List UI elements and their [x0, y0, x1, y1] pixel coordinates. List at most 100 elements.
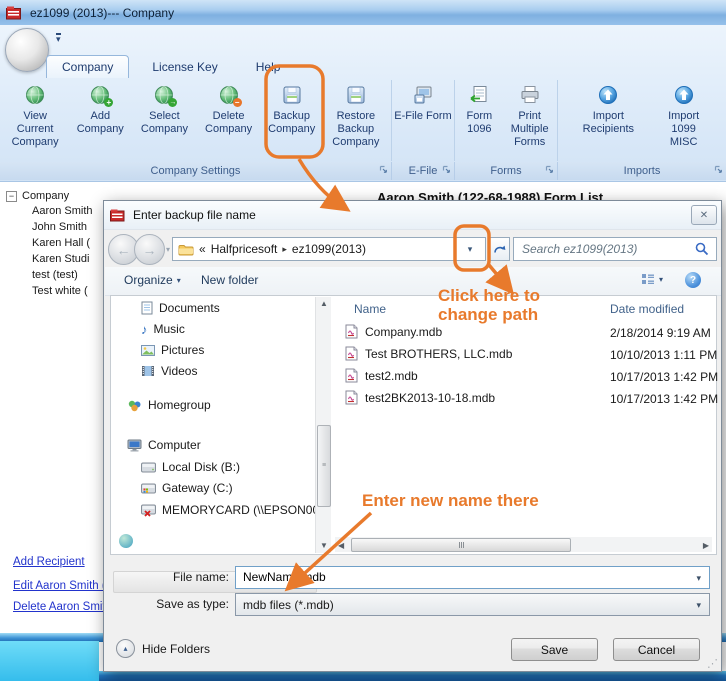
dialog-launcher-icon[interactable] — [442, 165, 451, 177]
tree-item[interactable]: Karen Studi — [32, 253, 89, 265]
breadcrumb-overflow[interactable]: « — [199, 242, 206, 256]
file-name-field[interactable]: ▾ — [235, 566, 710, 589]
nav-item-memorycard[interactable]: MEMORYCARD (\\EPSON000 — [141, 501, 326, 519]
dialog-launcher-icon[interactable] — [545, 165, 554, 177]
group-label-company-settings: Company Settings — [0, 162, 392, 180]
back-arrow-icon: ← — [117, 242, 131, 258]
tree-item[interactable]: Aaron Smith — [32, 205, 93, 217]
resize-grip[interactable]: ⋰ — [707, 657, 718, 670]
delete-company-button[interactable]: − Delete Company — [199, 80, 259, 136]
close-button[interactable]: ✕ — [691, 205, 717, 225]
organize-button[interactable]: Organize ▾ — [124, 273, 181, 287]
group-label-efile: E-File — [392, 162, 455, 180]
picture-icon — [141, 345, 155, 356]
backup-company-button[interactable]: Backup Company — [263, 80, 321, 136]
edit-recipient-link[interactable]: Edit Aaron Smith ( — [13, 580, 106, 592]
save-as-type-select[interactable]: mdb files (*.mdb) ▾ — [235, 593, 710, 616]
tree-item[interactable]: Test white ( — [32, 285, 88, 297]
quick-access-dropdown[interactable]: ▾ — [56, 33, 61, 43]
file-name-input[interactable] — [236, 567, 683, 584]
nav-item-local-disk-b[interactable]: Local Disk (B:) — [141, 458, 240, 476]
address-dropdown-button[interactable]: ▾ — [454, 238, 485, 260]
dialog-titlebar: Enter backup file name ✕ — [104, 201, 721, 230]
views-button[interactable]: ▾ — [641, 273, 663, 285]
file-row[interactable]: test2.mdb — [345, 368, 418, 383]
filelist-horizontal-scrollbar[interactable]: ◀ ▶ — [335, 537, 712, 552]
mdb-file-icon — [345, 368, 358, 383]
hide-folders-button[interactable]: ▴ Hide Folders — [116, 639, 210, 658]
tree-root-company[interactable]: − Company — [6, 190, 69, 202]
delete-recipient-link[interactable]: Delete Aaron Smit — [13, 601, 106, 613]
film-icon — [141, 365, 155, 377]
tree-item[interactable]: Karen Hall ( — [32, 237, 90, 249]
efile-form-button[interactable]: E-File Form — [394, 80, 452, 123]
chevron-down-icon: ▾ — [56, 34, 61, 44]
scroll-right-icon[interactable]: ▶ — [703, 541, 709, 550]
help-button[interactable]: ? — [685, 272, 701, 288]
select-company-button[interactable]: → Select Company — [134, 80, 194, 136]
button-label: Add Company — [70, 110, 130, 136]
dialog-toolbar: Organize ▾ New folder ▾ ? — [105, 267, 721, 296]
computer-icon — [127, 439, 142, 452]
print-multiple-forms-button[interactable]: Print Multiple Forms — [504, 80, 556, 149]
scrollbar-thumb[interactable] — [351, 538, 571, 552]
address-bar[interactable]: « Halfpricesoft ▸ ez1099(2013) ▾ — [172, 237, 486, 261]
scroll-up-icon[interactable]: ▲ — [320, 299, 328, 308]
button-label: Print Multiple Forms — [504, 110, 556, 149]
nav-item-music[interactable]: ♪ Music — [141, 320, 185, 338]
import-recipients-button[interactable]: Import Recipients — [575, 80, 641, 136]
file-row[interactable]: Test BROTHERS, LLC.mdb — [345, 346, 512, 361]
history-dropdown[interactable]: ▾ — [166, 245, 170, 254]
collapse-icon[interactable]: − — [6, 191, 17, 202]
efile-icon — [413, 85, 433, 105]
chevron-down-icon[interactable]: ▾ — [696, 573, 701, 584]
breadcrumb-separator-icon[interactable]: ▸ — [282, 244, 287, 255]
add-recipient-link[interactable]: Add Recipient — [13, 556, 85, 568]
restore-backup-company-button[interactable]: Restore Backup Company — [325, 80, 387, 149]
form-1096-button[interactable]: Form 1096 — [456, 80, 502, 136]
button-label: View Current Company — [4, 110, 66, 149]
view-current-company-button[interactable]: View Current Company — [4, 80, 66, 149]
import-1099-misc-button[interactable]: Import 1099 MISC — [659, 80, 709, 149]
scroll-left-icon[interactable]: ◀ — [338, 541, 344, 550]
nav-item-pictures[interactable]: Pictures — [141, 341, 204, 359]
new-folder-button[interactable]: New folder — [201, 273, 258, 287]
scroll-down-icon[interactable]: ▼ — [320, 541, 328, 550]
search-icon[interactable] — [695, 242, 709, 256]
dialog-launcher-icon[interactable] — [714, 165, 723, 177]
network-icon-partial — [119, 534, 133, 548]
tab-help[interactable]: Help — [241, 56, 296, 78]
save-button[interactable]: Save — [511, 638, 598, 661]
breadcrumb-segment[interactable]: Halfpricesoft — [211, 242, 278, 256]
column-header-date[interactable]: Date modified — [610, 302, 684, 316]
breadcrumb-segment[interactable]: ez1099(2013) — [292, 242, 366, 256]
tab-license-key[interactable]: License Key — [137, 56, 232, 78]
scrollbar-thumb[interactable]: ≡ — [317, 425, 331, 507]
nav-item-computer[interactable]: Computer — [127, 436, 201, 454]
forward-button[interactable]: → — [134, 234, 165, 265]
add-company-button[interactable]: + Add Company — [70, 80, 130, 136]
column-header-name[interactable]: Name — [354, 302, 386, 316]
nav-item-documents[interactable]: Documents — [141, 299, 220, 317]
tree-item[interactable]: test (test) — [32, 269, 78, 281]
tab-company[interactable]: Company — [46, 55, 129, 78]
cancel-button[interactable]: Cancel — [613, 638, 700, 661]
dialog-launcher-icon[interactable] — [379, 165, 388, 177]
refresh-button[interactable] — [488, 237, 510, 261]
save-dialog: Enter backup file name ✕ ← → ▾ « Halfpri… — [103, 200, 722, 672]
application-orb-button[interactable] — [5, 28, 49, 72]
file-row[interactable]: test2BK2013-10-18.mdb — [345, 390, 495, 405]
nav-item-homegroup[interactable]: Homegroup — [127, 396, 211, 414]
file-row[interactable]: Company.mdb — [345, 324, 442, 339]
mdb-file-icon — [345, 324, 358, 339]
tree-item[interactable]: John Smith — [32, 221, 87, 233]
navpane-scrollbar[interactable]: ▲ ≡ ▼ — [315, 297, 331, 553]
ribbon-tabs: Company License Key Help — [46, 53, 295, 78]
group-imports: Import Recipients Import 1099 MISC — [558, 80, 726, 161]
windows-drive-icon — [141, 483, 156, 494]
nav-item-gateway-c[interactable]: Gateway (C:) — [141, 479, 233, 497]
browse-area: Documents ♪ Music Pictures Videos Homegr… — [110, 295, 717, 555]
nav-item-videos[interactable]: Videos — [141, 362, 197, 380]
search-input[interactable] — [514, 242, 695, 256]
file-date: 2/18/2014 9:19 AM — [610, 326, 711, 340]
